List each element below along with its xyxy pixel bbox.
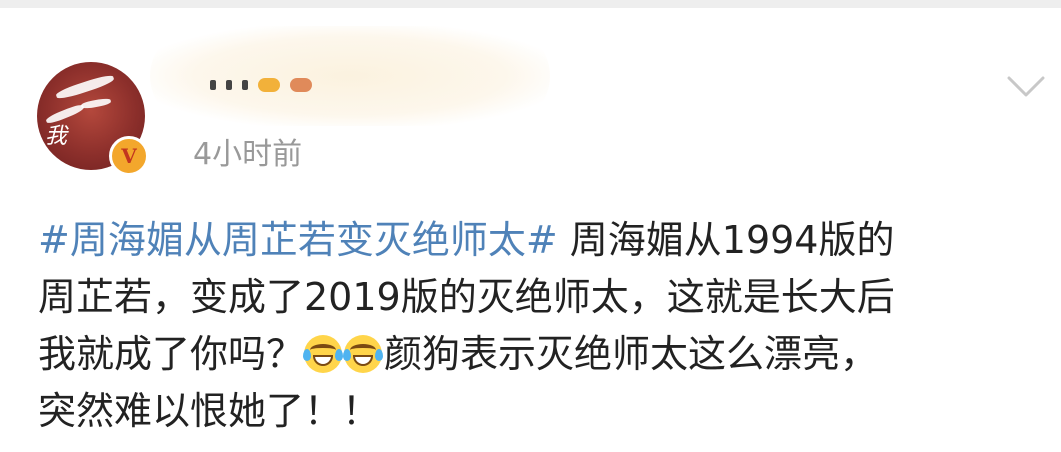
content-line: #周海媚从周芷若变灭绝师太# 周海媚从1994版的 [38,212,1048,269]
redacted-glyph [226,80,232,90]
post-timestamp: 4小时前 [193,137,303,172]
top-divider-bar [0,0,1061,8]
chevron-down-icon[interactable] [1006,74,1046,100]
laughing-crying-emoji [343,335,384,373]
redacted-emoji [290,78,312,92]
redacted-emoji [258,78,280,92]
content-line: 我就成了你吗？ 颜狗表示灭绝师太这么漂亮， [38,326,1048,383]
avatar-logo-text: 我 [45,124,69,149]
content-text: 突然难以恨她了！！ [38,389,381,433]
content-text: 周海媚从1994版的 [557,218,895,262]
redacted-glyph [242,80,248,90]
hashtag-link[interactable]: #周海媚从周芷若变灭绝师太# [38,218,558,262]
content-line: 周芷若，变成了2019版的灭绝师太，这就是长大后 [38,269,1048,326]
avatar-brush-stroke [54,72,116,102]
redacted-glyph [210,80,216,90]
verified-badge-icon: V [109,136,149,176]
post-content: #周海媚从周芷若变灭绝师太# 周海媚从1994版的 周芷若，变成了2019版的灭… [38,212,1048,440]
author-name[interactable] [200,70,312,100]
weibo-post-card: 我 V 4小时前 #周海媚从周芷若变灭绝师太# 周海媚从1994版的 周芷若，变… [0,8,1061,452]
verified-badge-letter: V [121,144,137,168]
laughing-crying-emoji [303,335,344,373]
avatar-brush-stroke [80,97,112,110]
content-text: 周芷若，变成了2019版的灭绝师太，这就是长大后 [38,275,895,319]
content-line: 突然难以恨她了！！ [38,383,1048,440]
content-text: 颜狗表示灭绝师太这么漂亮， [384,332,879,376]
author-avatar-group[interactable]: 我 V [37,62,153,178]
content-text: 我就成了你吗？ [38,332,305,376]
